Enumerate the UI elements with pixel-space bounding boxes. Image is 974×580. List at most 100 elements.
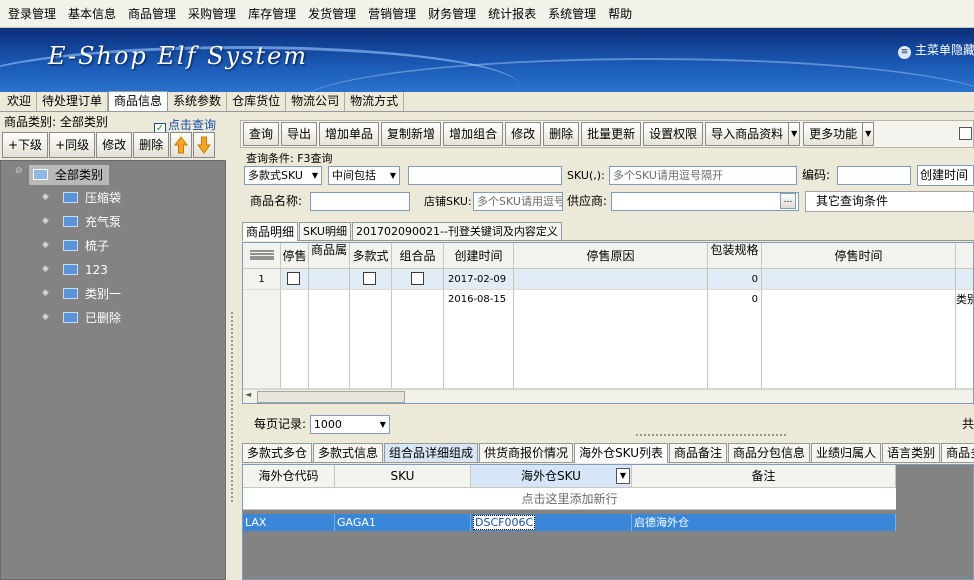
sku-type-select[interactable]: 多款式SKU ▼ [244, 166, 322, 185]
col-header-stop-reason[interactable]: 停售原因 [514, 243, 708, 269]
tree-item[interactable]: 123 [63, 260, 108, 280]
splitter-grip[interactable] [231, 312, 233, 502]
product-tab[interactable]: 201702090021--刊登关键词及内容定义 [351, 222, 562, 240]
toolbar-button[interactable]: 修改 [505, 122, 542, 146]
detail-tab[interactable]: 海外仓SKU列表 [574, 443, 669, 463]
overseas-sku-editor[interactable]: DSCF006C [473, 515, 536, 530]
delete-category-button[interactable]: 删除 [133, 132, 170, 158]
multi-style-checkbox[interactable] [363, 272, 376, 285]
chevron-down-icon[interactable]: ▼ [616, 468, 630, 484]
main-tab[interactable]: 欢迎 [2, 92, 38, 111]
toolbar-button[interactable]: 复制新增 [381, 122, 442, 146]
edit-category-button[interactable]: 修改 [96, 132, 133, 158]
toolbar-button[interactable]: 设置权限 [643, 122, 704, 146]
query-value-input[interactable] [408, 166, 562, 185]
code-input[interactable] [837, 166, 911, 185]
overseas-sku-cell[interactable]: DSCF006C [471, 514, 632, 531]
col-header-stop-time[interactable]: 停售时间 [762, 243, 956, 269]
detail-tab[interactable]: 多款式信息 [313, 443, 384, 462]
other-conditions-button[interactable]: 其它查询条件 [805, 191, 974, 212]
tree-item[interactable]: 梳子 [63, 236, 109, 256]
menu-item[interactable]: 系统管理 [542, 0, 602, 28]
detail-tab[interactable]: 组合品详细组成 [384, 443, 479, 462]
col-header-combo[interactable]: 组合品 [392, 243, 444, 269]
stop-sale-checkbox[interactable] [287, 272, 300, 285]
tree-expand-icon[interactable]: ⊘ [15, 166, 23, 176]
col-header-warehouse-code[interactable]: 海外仓代码 [243, 465, 335, 488]
horizontal-scrollbar[interactable]: ◄ [243, 389, 973, 403]
menu-item[interactable]: 登录管理 [2, 0, 62, 28]
panel-splitter[interactable] [227, 112, 239, 580]
hide-menu-toggle[interactable]: ≡ 主菜单隐藏 [898, 41, 974, 59]
main-tab[interactable]: 商品信息 [108, 91, 169, 111]
scroll-left-icon[interactable]: ◄ [245, 390, 251, 399]
product-tab[interactable]: SKU明细 [299, 222, 351, 240]
tree-item[interactable]: 压缩袋 [63, 188, 121, 208]
col-header-product-attr[interactable]: 商品属 [309, 243, 350, 269]
page-size-select[interactable]: 1000 ▼ [309, 415, 390, 434]
toolbar-button[interactable]: 增加单品 [319, 122, 380, 146]
detail-tab[interactable]: 商品备注 [669, 443, 728, 462]
combo-checkbox[interactable] [411, 272, 424, 285]
chevron-down-icon[interactable]: ▼ [788, 122, 801, 146]
created-time-select[interactable]: 创建时间 [917, 165, 974, 186]
move-down-button[interactable] [193, 132, 216, 158]
product-tab[interactable]: 商品明细 [242, 222, 299, 241]
col-header-extra[interactable] [956, 243, 973, 269]
tree-item[interactable]: 已删除 [63, 308, 121, 328]
scrollbar-thumb[interactable] [257, 391, 405, 403]
col-header-note[interactable]: 备注 [632, 465, 896, 488]
menu-item[interactable]: 商品管理 [122, 0, 182, 28]
menu-item[interactable]: 财务管理 [422, 0, 482, 28]
toolbar-button[interactable]: 查询 [243, 122, 280, 146]
menu-item[interactable]: 库存管理 [242, 0, 302, 28]
move-up-button[interactable] [170, 132, 193, 158]
menu-item[interactable]: 基本信息 [62, 0, 122, 28]
horizontal-splitter[interactable] [636, 434, 786, 436]
main-tab[interactable]: 物流公司 [286, 92, 346, 111]
col-header-packing[interactable]: 包装规格 [708, 243, 762, 269]
match-mode-select[interactable]: 中间包括 ▼ [328, 166, 400, 185]
supplier-browse-button[interactable]: … [780, 193, 796, 209]
chevron-down-icon[interactable]: ▼ [862, 122, 875, 146]
col-header-multi-style[interactable]: 多款式 [350, 243, 392, 269]
menu-item[interactable]: 发货管理 [302, 0, 362, 28]
tree-expand-icon[interactable]: ◆ [42, 240, 49, 250]
product-name-input[interactable] [310, 192, 410, 211]
main-tab[interactable]: 仓库货位 [227, 92, 287, 111]
sku-input[interactable]: 多个SKU请用逗号隔开 [609, 166, 797, 185]
tree-root-all-categories[interactable]: 全部类别 [29, 165, 110, 185]
grid-row-header-icon[interactable] [243, 243, 281, 269]
col-header-stop-sale[interactable]: 停售 [281, 243, 309, 269]
detail-tab[interactable]: 商品分包信息 [728, 443, 811, 462]
menu-item[interactable]: 营销管理 [362, 0, 422, 28]
detail-tab[interactable]: 供货商报价情况 [479, 443, 574, 462]
tree-expand-icon[interactable]: ◆ [42, 288, 49, 298]
tree-item[interactable]: 充气泵 [63, 212, 121, 232]
tree-expand-icon[interactable]: ◆ [42, 312, 49, 322]
detail-tab[interactable]: 商品多 [941, 443, 974, 462]
add-sibling-button[interactable]: +同级 [49, 132, 96, 158]
toolbar-button[interactable]: 增加组合 [443, 122, 504, 146]
tree-expand-icon[interactable]: ◆ [42, 264, 49, 274]
toolbar-button[interactable]: 批量更新 [581, 122, 642, 146]
toolbar-button[interactable]: 导出 [281, 122, 318, 146]
detail-tab[interactable]: 语言类别 [882, 443, 941, 462]
menu-item[interactable]: 采购管理 [182, 0, 242, 28]
col-header-overseas-sku[interactable]: 海外仓SKU ▼ [471, 465, 632, 488]
menu-item[interactable]: 统计报表 [482, 0, 542, 28]
add-child-button[interactable]: +下级 [2, 132, 49, 158]
toolbar-button[interactable]: 删除 [543, 122, 580, 146]
main-tab[interactable]: 待处理订单 [37, 92, 109, 111]
tree-expand-icon[interactable]: ◆ [42, 216, 49, 226]
col-header-sku[interactable]: SKU [335, 465, 471, 488]
main-tab[interactable]: 系统参数 [168, 92, 228, 111]
tree-expand-icon[interactable]: ◆ [42, 192, 49, 202]
detail-tab[interactable]: 业绩归属人 [811, 443, 882, 462]
toolbar-button[interactable]: 更多功能 [803, 122, 864, 146]
store-sku-input[interactable]: 多个SKU请用逗号 [473, 192, 563, 211]
tree-item[interactable]: 类别一 [63, 284, 121, 304]
supplier-input[interactable] [611, 192, 799, 211]
detail-tab[interactable]: 多款式多仓 [242, 443, 313, 462]
menu-item[interactable]: 帮助 [602, 0, 638, 28]
